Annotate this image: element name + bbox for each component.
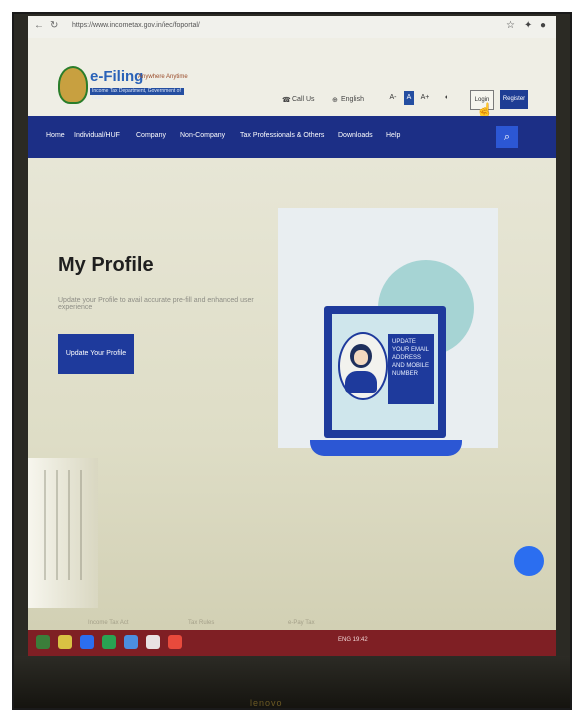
emblem-logo-icon[interactable] [58, 66, 88, 104]
edge-icon[interactable] [124, 635, 138, 649]
chrome-icon[interactable] [102, 635, 116, 649]
language-select[interactable]: English [341, 96, 364, 103]
browser-address-bar: ← ↻ https://www.incometax.gov.in/iec/fop… [28, 16, 556, 39]
hero-section: My Profile Update your Profile to avail … [28, 158, 556, 630]
nav-item-downloads[interactable]: Downloads [338, 132, 373, 139]
font-decrease-button[interactable]: A- [388, 91, 398, 105]
url-field[interactable]: https://www.incometax.gov.in/iec/foporta… [72, 22, 200, 29]
extension-icon[interactable]: ✦ [524, 20, 532, 31]
nav-item-individual-huf[interactable]: Individual/HUF [74, 132, 120, 139]
footer-link-3[interactable]: e-Pay Tax [288, 620, 315, 626]
update-profile-button[interactable]: Update Your Profile [58, 334, 134, 374]
logo-title[interactable]: e-Filing [90, 68, 143, 85]
footer-link-1[interactable]: Income Tax Act [88, 620, 129, 626]
os-taskbar: ENG 19:42 [28, 630, 556, 656]
site-header: e-Filing Anywhere Anytime Income Tax Dep… [28, 38, 556, 118]
profile-icon[interactable]: ● [540, 20, 546, 31]
footer-link-2[interactable]: Tax Rules [188, 620, 214, 626]
start-icon[interactable] [36, 635, 50, 649]
reload-icon[interactable]: ↻ [50, 20, 58, 31]
main-navigation: Home Individual/HUF Company Non-Company … [28, 116, 556, 158]
page-subtitle: Update your Profile to avail accurate pr… [58, 297, 254, 311]
call-us-link[interactable]: Call Us [292, 96, 315, 103]
page-title: My Profile [58, 254, 154, 276]
nav-item-non-company[interactable]: Non-Company [180, 132, 225, 139]
search-icon[interactable]: ⌕ [496, 126, 518, 148]
avatar-body [345, 371, 377, 393]
phone-icon: ☎ [282, 97, 291, 104]
chat-bot-icon[interactable] [514, 546, 544, 576]
photo-frame: ← ↻ https://www.incometax.gov.in/iec/fop… [12, 12, 572, 710]
nav-item-home[interactable]: Home [46, 132, 65, 139]
globe-icon: ⊕ [332, 97, 338, 104]
logo-tagline: Anywhere Anytime [138, 74, 188, 80]
font-normal-button[interactable]: A [404, 91, 414, 105]
monitor-bezel [14, 656, 570, 708]
contrast-toggle-icon[interactable]: ◐ [442, 91, 452, 105]
nav-item-help[interactable]: Help [386, 132, 400, 139]
file-explorer-icon[interactable] [58, 635, 72, 649]
paint-icon[interactable] [146, 635, 160, 649]
nav-item-company[interactable]: Company [136, 132, 166, 139]
illustration-text: UPDATE YOUR EMAIL ADDRESS AND MOBILE NUM… [392, 339, 430, 377]
register-button[interactable]: Register [500, 90, 528, 109]
logo-subtitle: Income Tax Department, Government of Ind… [90, 88, 184, 101]
monitor-screen: ← ↻ https://www.incometax.gov.in/iec/fop… [28, 16, 556, 656]
monitor-brand-logo: lenovo [250, 698, 283, 708]
window-reflection [34, 470, 84, 580]
pdf-reader-icon[interactable] [168, 635, 182, 649]
nav-item-tax-professionals[interactable]: Tax Professionals & Others [240, 132, 324, 139]
laptop-base [310, 440, 462, 456]
font-increase-button[interactable]: A+ [420, 91, 430, 105]
bookmark-star-icon[interactable]: ☆ [506, 20, 515, 31]
back-icon[interactable]: ← [34, 20, 44, 31]
system-tray[interactable]: ENG 19:42 [338, 637, 368, 643]
browser-icon[interactable] [80, 635, 94, 649]
avatar-face [354, 350, 368, 365]
